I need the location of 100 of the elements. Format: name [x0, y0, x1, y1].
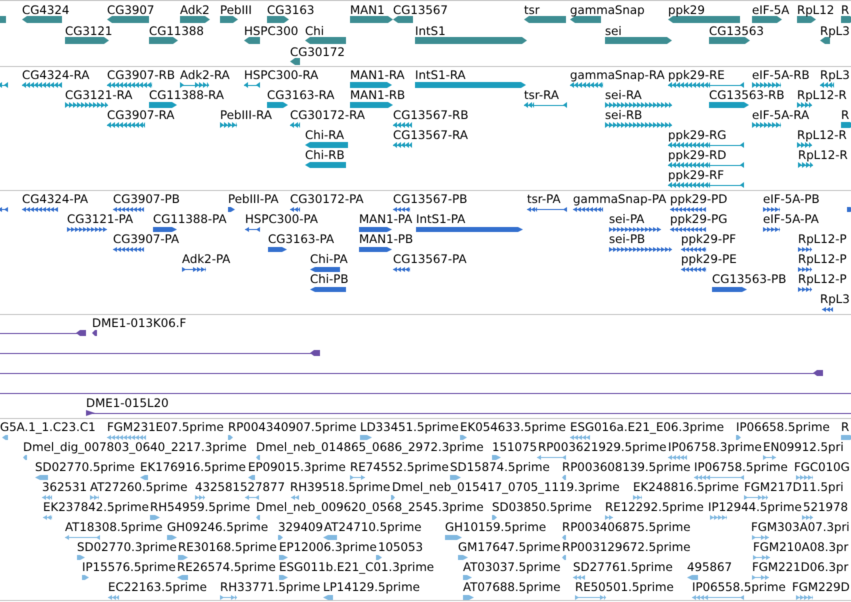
arrow-line-icon[interactable]: [668, 142, 744, 148]
chevron-row-icon[interactable]: [797, 102, 812, 108]
arrow-line-icon[interactable]: [692, 595, 744, 600]
chevron-row-icon[interactable]: [796, 595, 813, 600]
chevron-row-icon[interactable]: [670, 207, 706, 212]
chevron-row-icon[interactable]: [113, 247, 144, 252]
chevron-row-icon[interactable]: [22, 207, 58, 212]
arrow-bar-icon[interactable]: [220, 16, 238, 23]
arrow-bar-icon[interactable]: [305, 162, 346, 168]
arrow-bar-icon[interactable]: [712, 287, 747, 292]
chevron-row-icon[interactable]: [90, 495, 99, 500]
chevron-row-icon[interactable]: [570, 435, 590, 440]
arrow-line-icon[interactable]: [65, 535, 100, 540]
arrow-bar-icon[interactable]: [180, 16, 210, 23]
chevron-row-icon[interactable]: [220, 122, 237, 128]
arrow-bar-icon[interactable]: [570, 16, 601, 23]
arrow-bar-icon[interactable]: [709, 102, 749, 108]
chevron-row-icon[interactable]: [710, 515, 727, 520]
chevron-row-icon[interactable]: [798, 162, 813, 168]
chevron-row-icon[interactable]: [573, 207, 603, 212]
chevron-row-icon[interactable]: [393, 122, 412, 128]
arrow-bar-icon[interactable]: [65, 37, 109, 44]
arrow-line-icon[interactable]: [182, 267, 206, 272]
chevron-row-icon[interactable]: [195, 495, 205, 500]
arrow-line-icon[interactable]: [752, 575, 769, 580]
chevron-row-icon[interactable]: [291, 495, 299, 500]
chevron-row-icon[interactable]: [573, 575, 585, 580]
chevron-row-icon[interactable]: [609, 247, 672, 252]
chevron-row-icon[interactable]: [681, 247, 706, 252]
chevron-row-icon[interactable]: [108, 595, 119, 600]
arrow-line-icon[interactable]: [527, 207, 567, 212]
arrow-bar-icon[interactable]: [22, 16, 62, 23]
chevron-row-icon[interactable]: [609, 227, 661, 232]
arrow-bar-icon[interactable]: [709, 37, 750, 44]
chevron-row-icon[interactable]: [107, 435, 146, 440]
long-arrow-line[interactable]: [86, 410, 851, 416]
long-line[interactable]: [0, 390, 851, 396]
chevron-row-icon[interactable]: [67, 227, 107, 232]
chevron-row-icon[interactable]: [797, 142, 812, 148]
arrow-bar-icon[interactable]: [267, 16, 289, 23]
chevron-row-icon[interactable]: [43, 515, 52, 520]
arrow-line-icon[interactable]: [537, 455, 566, 460]
chevron-row-icon[interactable]: [798, 287, 812, 292]
arrow-bar-icon[interactable]: [350, 82, 392, 88]
chevron-row-icon[interactable]: [393, 207, 410, 212]
arrow-bar-icon[interactable]: [149, 102, 177, 108]
long-arrow-line[interactable]: [0, 370, 823, 376]
arrow-line-icon[interactable]: [0, 207, 8, 212]
arrow-line-icon[interactable]: [694, 475, 744, 480]
chevron-row-icon[interactable]: [107, 82, 152, 88]
arrow-line-icon[interactable]: [575, 595, 606, 600]
chevron-row-icon[interactable]: [107, 122, 145, 128]
chevron-row-icon[interactable]: [802, 515, 813, 520]
chevron-row-icon[interactable]: [763, 227, 780, 232]
arrow-bar-icon[interactable]: [107, 16, 149, 23]
chevron-row-icon[interactable]: [668, 455, 687, 460]
arrow-bar-icon[interactable]: [393, 16, 413, 23]
arrow-line-icon[interactable]: [753, 555, 770, 560]
chevron-row-icon[interactable]: [605, 122, 672, 128]
arrow-line-icon[interactable]: [0, 82, 8, 88]
chevron-row-icon[interactable]: [822, 307, 833, 312]
chevron-row-icon[interactable]: [796, 475, 813, 480]
chevron-row-icon[interactable]: [393, 142, 412, 148]
chevron-row-icon[interactable]: [670, 227, 706, 232]
arrow-line-icon[interactable]: [752, 535, 769, 540]
arrow-line-icon[interactable]: [744, 495, 768, 500]
arrow-line-icon[interactable]: [668, 182, 744, 188]
arrow-bar-icon[interactable]: [305, 37, 346, 44]
long-arrow-line[interactable]: [0, 350, 320, 356]
arrow-bar-icon[interactable]: [359, 247, 392, 252]
arrow-bar-icon[interactable]: [149, 37, 178, 44]
arrow-bar-icon[interactable]: [244, 37, 260, 44]
chevron-row-icon[interactable]: [605, 515, 613, 520]
chevron-row-icon[interactable]: [42, 495, 52, 500]
arrow-bar-icon[interactable]: [820, 37, 830, 44]
arrow-bar-icon[interactable]: [92, 330, 97, 336]
arrow-bar-icon[interactable]: [310, 287, 346, 292]
chevron-row-icon[interactable]: [752, 122, 781, 128]
arrow-bar-icon[interactable]: [605, 37, 672, 44]
arrow-line-icon[interactable]: [245, 227, 260, 232]
arrow-line-icon[interactable]: [220, 595, 237, 600]
arrow-bar-icon[interactable]: [752, 16, 782, 23]
chevron-row-icon[interactable]: [820, 82, 834, 88]
arrow-bar-icon[interactable]: [668, 16, 740, 23]
chevron-row-icon[interactable]: [113, 207, 144, 212]
arrow-line-icon[interactable]: [245, 495, 259, 500]
arrow-bar-icon[interactable]: [415, 37, 527, 44]
chevron-row-icon[interactable]: [605, 102, 672, 108]
arrow-bar-icon[interactable]: [228, 207, 235, 212]
arrow-bar-icon[interactable]: [524, 16, 566, 23]
chevron-row-icon[interactable]: [290, 207, 300, 212]
arrow-bar-icon[interactable]: [305, 142, 348, 148]
arrow-line-icon[interactable]: [524, 102, 567, 108]
chevron-row-icon[interactable]: [681, 267, 706, 272]
chevron-row-icon[interactable]: [22, 82, 62, 88]
arrow-bar-icon[interactable]: [310, 267, 340, 272]
chevron-row-icon[interactable]: [633, 495, 642, 500]
chevron-row-icon[interactable]: [798, 267, 812, 272]
arrow-line-icon[interactable]: [350, 475, 365, 480]
arrow-line-icon[interactable]: [763, 455, 776, 460]
